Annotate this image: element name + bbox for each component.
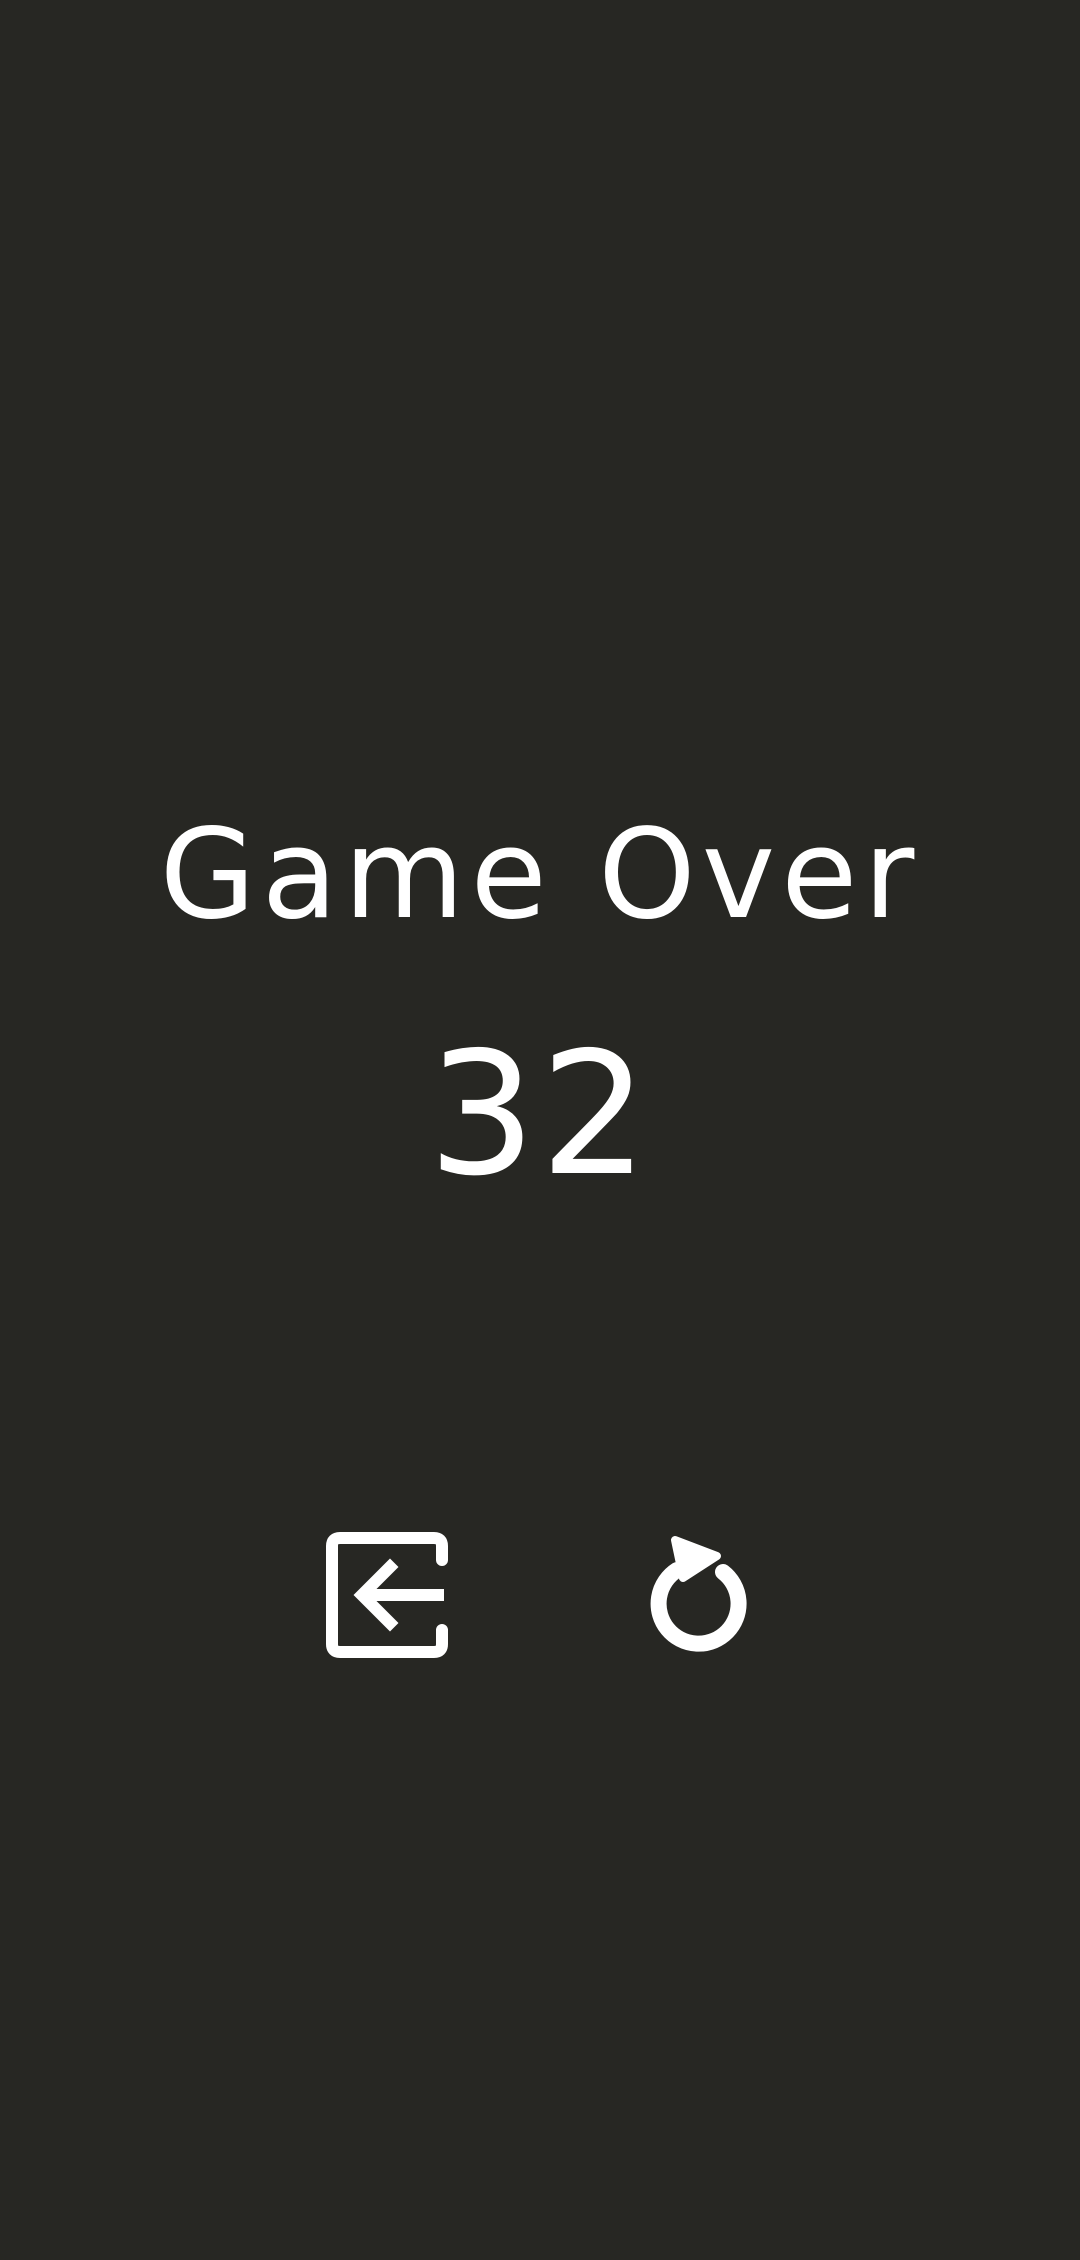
restart-icon [635,1530,765,1660]
exit-button[interactable] [322,1530,452,1660]
game-over-title: Game Over [159,803,921,947]
exit-icon [322,1530,452,1660]
game-over-screen: Game Over 32 [0,0,1080,2260]
restart-button[interactable] [635,1530,765,1660]
final-score: 32 [427,1016,653,1214]
